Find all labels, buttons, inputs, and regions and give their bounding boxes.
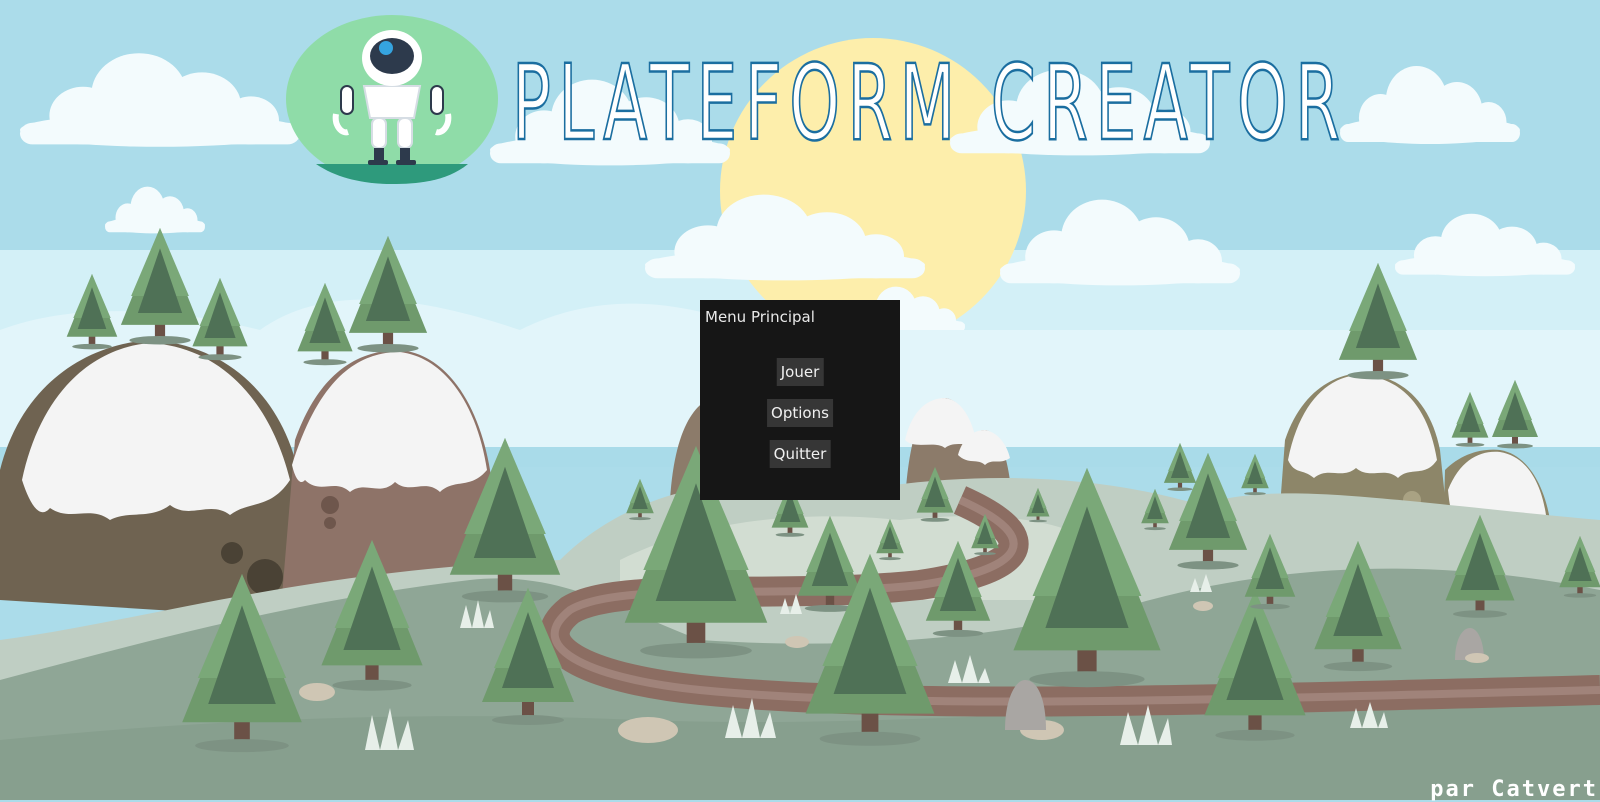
options-button[interactable]: Options — [767, 399, 833, 427]
quit-button[interactable]: Quitter — [769, 440, 831, 468]
play-button[interactable]: Jouer — [776, 358, 824, 386]
author-credit: par Catvert — [1430, 777, 1598, 802]
logo — [286, 14, 498, 184]
robot-icon — [286, 15, 498, 184]
menu-title: Menu Principal — [705, 308, 815, 326]
main-menu-panel: Menu Principal Jouer Options Quitter — [700, 300, 900, 500]
game-title: PLATEFORM CREATOR — [511, 41, 1348, 166]
